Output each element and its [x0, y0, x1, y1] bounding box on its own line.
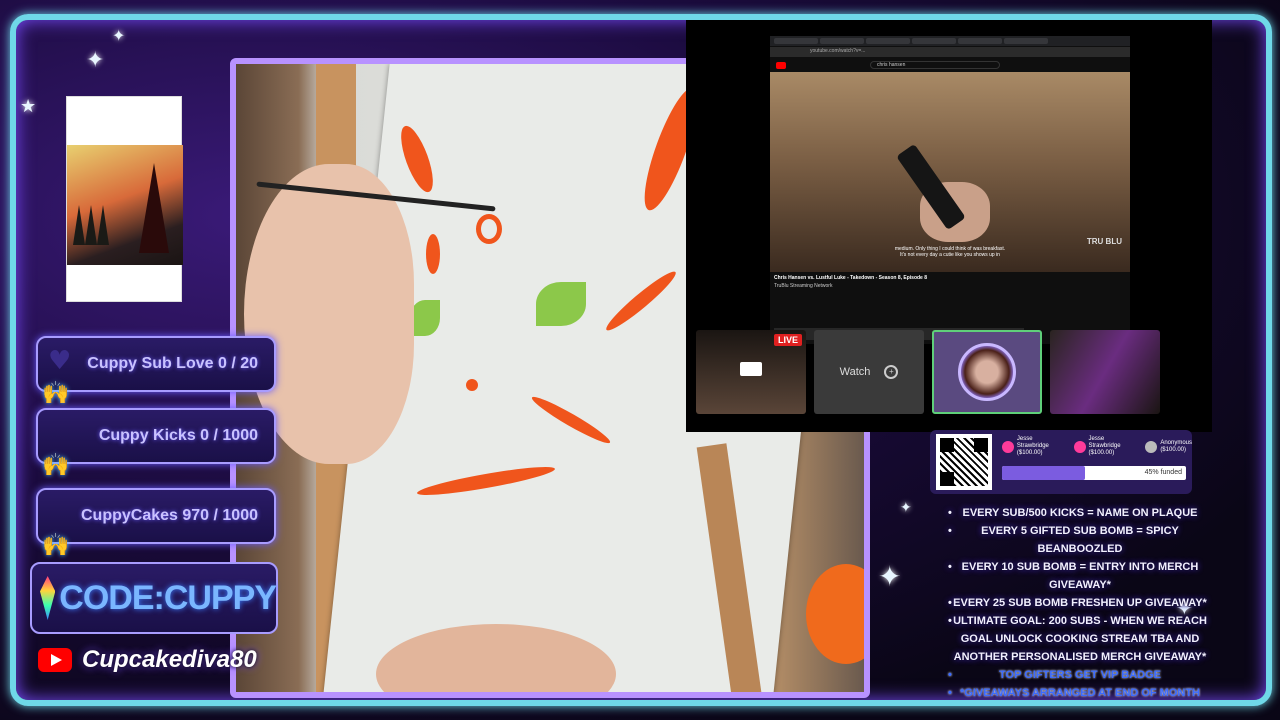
browser-window: youtube.com/watch?v=... chris hansen TRU…	[770, 36, 1130, 344]
youtube-logo-icon[interactable]	[776, 61, 786, 69]
channel-watermark: TRU BLU	[1086, 237, 1122, 246]
gem-icon	[40, 576, 56, 620]
watch-label: Watch	[839, 366, 871, 378]
participant-tiles: LIVE Watch +	[696, 330, 1160, 414]
live-badge: LIVE	[773, 334, 802, 346]
funding-progress-bar: 45% funded	[1002, 466, 1186, 480]
address-text: youtube.com/watch?v=...	[810, 48, 866, 54]
hands-icon: 🙌	[42, 381, 70, 406]
tile-live-camera[interactable]: LIVE	[696, 330, 806, 414]
donor-item: Anonymous ($100.00)	[1145, 436, 1192, 457]
tile-second-camera[interactable]	[1050, 330, 1160, 414]
tree	[85, 205, 97, 245]
progress-fill	[1002, 466, 1085, 480]
rule-item: EVERY 5 GIFTED SUB BOMB = SPICY BEANBOOZ…	[940, 522, 1220, 558]
address-bar[interactable]: youtube.com/watch?v=...	[770, 47, 1130, 57]
subtitle-line: It's not every day a cutie like you show…	[900, 252, 1000, 258]
youtube-icon	[38, 648, 72, 672]
browser-tab[interactable]	[774, 38, 818, 44]
goal-label: Cuppy Kicks 0 / 1000	[98, 427, 258, 444]
browser-tab[interactable]	[866, 38, 910, 44]
video-title: Chris Hansen vs. Lustful Luke - Takedown…	[774, 275, 927, 281]
code-panel: CODE:CUPPY	[30, 562, 278, 634]
video-subtitle: medium. Only thing I could think of was …	[770, 246, 1130, 258]
donor-item: Jesse Strawbridge ($100.00)	[1002, 436, 1066, 457]
avatar	[958, 343, 1016, 401]
paint-stroke	[426, 234, 440, 274]
painting-thumbnail	[66, 96, 183, 302]
tab-bar[interactable]	[770, 36, 1130, 46]
browser-tab[interactable]	[958, 38, 1002, 44]
join-icon[interactable]: +	[884, 365, 899, 379]
progress-label: 45% funded	[1144, 469, 1182, 476]
donor-name: Jesse Strawbridge	[1016, 436, 1049, 449]
hands-icon: 🙌	[42, 533, 70, 558]
rule-item: EVERY 10 SUB BOMB = ENTRY INTO MERCH GIV…	[940, 558, 1220, 594]
sparkle-icon: ✦	[86, 48, 105, 73]
paint-stroke	[466, 379, 478, 391]
rule-footnote: *GIVEAWAYS ARRANGED AT END OF MONTH	[940, 684, 1220, 702]
channel-handle: Cupcakediva80	[82, 646, 257, 673]
goal-cuppycakes: CuppyCakes 970 / 1000 🙌	[36, 488, 276, 558]
donor-avatar	[1073, 440, 1086, 453]
sparkle-icon: ✦	[900, 500, 912, 516]
goal-label: Cuppy Sub Love 0 / 20	[87, 355, 258, 372]
sparkle-icon: ✦	[878, 560, 902, 593]
witch-figure	[139, 163, 169, 253]
rule-item: TOP GIFTERS GET VIP BADGE	[940, 666, 1220, 684]
donor-item: Jesse Strawbridge ($100.00)	[1073, 436, 1138, 457]
rule-item: EVERY 25 SUB BOMB FRESHEN UP GIVEAWAY*	[940, 594, 1220, 612]
donor-avatar	[1002, 440, 1014, 453]
channel-name[interactable]: TruBlu Streaming Network	[770, 281, 1130, 291]
pumpkin	[806, 564, 864, 664]
hands-icon: 🙌	[42, 453, 70, 478]
search-input[interactable]: chris hansen	[870, 61, 1000, 69]
youtube-header: chris hansen	[770, 58, 1130, 72]
witch-painting	[67, 145, 183, 265]
painted-eye	[536, 282, 586, 326]
tree	[97, 205, 109, 245]
browser-tab[interactable]	[820, 38, 864, 44]
donor-name: Anonymous	[1160, 439, 1192, 446]
heart-icon: ♥	[48, 346, 72, 376]
donor-amount: ($100.00)	[1160, 446, 1186, 453]
sparkle-icon: ✦	[112, 26, 126, 45]
monitor-icon	[740, 362, 762, 376]
code-label: CODE:CUPPY	[59, 578, 277, 617]
goal-kicks: Cuppy Kicks 0 / 1000 🙌	[36, 408, 276, 478]
donation-widget: Jesse Strawbridge ($100.00) Jesse Strawb…	[930, 430, 1192, 494]
goal-label: CuppyCakes 970 / 1000	[81, 507, 258, 524]
social-handle: Cupcakediva80	[38, 646, 257, 674]
paint-stroke	[476, 214, 502, 244]
donor-amount: ($100.00)	[1016, 450, 1043, 456]
sparkle-icon: ★	[20, 96, 37, 117]
goal-sub-love: ♥ Cuppy Sub Love 0 / 20 🙌	[36, 336, 276, 406]
browser-tab[interactable]	[1004, 38, 1048, 44]
donor-amount: ($100.00)	[1088, 450, 1115, 456]
video-player[interactable]: TRU BLU medium. Only thing I could think…	[770, 72, 1130, 272]
donor-avatar	[1145, 440, 1158, 453]
reward-rules: EVERY SUB/500 KICKS = NAME ON PLAQUE EVE…	[940, 504, 1220, 702]
browser-tab[interactable]	[912, 38, 956, 44]
tree	[73, 205, 85, 245]
rule-item: ULTIMATE GOAL: 200 SUBS - WHEN WE REACH …	[940, 612, 1220, 666]
donor-name: Jesse Strawbridge	[1088, 436, 1121, 449]
tile-watch[interactable]: Watch +	[814, 330, 924, 414]
painted-eye	[410, 300, 440, 336]
tile-avatar[interactable]	[932, 330, 1042, 414]
rule-item: EVERY SUB/500 KICKS = NAME ON PLAQUE	[940, 504, 1220, 522]
donor-list: Jesse Strawbridge ($100.00) Jesse Strawb…	[1002, 436, 1192, 457]
screen-share: youtube.com/watch?v=... chris hansen TRU…	[686, 20, 1212, 432]
qr-code[interactable]	[936, 434, 992, 490]
